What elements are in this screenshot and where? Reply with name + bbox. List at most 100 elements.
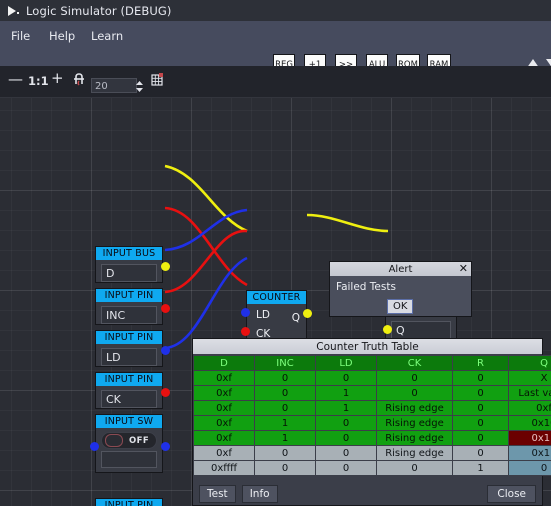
switch-value-field[interactable] [101,451,157,468]
table-cell: 0 [376,370,453,386]
table-cell: Rising edge [376,400,453,416]
table-cell: 0 [315,430,377,446]
table-cell: 0 [254,460,316,476]
zoom-in-button[interactable]: + [51,71,64,86]
table-row: 0xf00Rising edge00x11 [193,445,551,461]
truth-table-window: Counter Truth Table D INC LD CK R Q 0xf 0 0 0 0 X 0x… [192,338,551,506]
table-cell: 0 [376,460,453,476]
close-icon[interactable]: ✕ [459,262,468,276]
test-button[interactable]: Test [199,485,236,503]
node-input-switch[interactable]: INPUT SW OFF [95,414,163,473]
table-cell: 0 [452,415,509,431]
node-value[interactable]: Q [391,321,451,339]
table-cell: 1 [315,385,377,401]
menu-learn[interactable]: Learn [88,28,126,44]
zoom-out-button[interactable]: — [8,72,23,87]
port-counter-ck[interactable] [241,327,250,336]
menubar: File Help Learn counter-test.res REG +1 … [0,21,551,82]
switch-knob-icon [105,434,123,447]
table-header-cell: D [193,355,255,371]
node-value[interactable]: LD [101,348,157,366]
table-cell: 0xf [193,430,255,446]
table-header-cell: INC [254,355,316,371]
play-triangle-icon [6,4,20,18]
table-cell: 0 [254,400,316,416]
alert-dialog: Alert ✕ Failed Tests OK [329,261,472,317]
alert-ok-button[interactable]: OK [387,299,414,314]
table-cell: 0xf [193,370,255,386]
node-input-bus-d[interactable]: INPUT BUS D [95,246,163,283]
port-counter-q[interactable] [303,309,312,318]
port-out-bus-d[interactable] [161,262,170,271]
node-input-pin-ld[interactable]: INPUT PIN LD [95,330,163,367]
node-title: INPUT PIN [96,331,162,344]
table-cell: Rising edge [376,430,453,446]
table-cell: Last value [508,385,551,401]
truth-table-title: Counter Truth Table [193,339,542,354]
node-title: INPUT PIN [96,499,162,506]
table-cell: 0 [254,385,316,401]
fit-to-screen-icon[interactable] [73,72,88,91]
grid-toggle-icon[interactable] [150,72,165,91]
node-title: INPUT BUS [96,247,162,260]
table-cell: X [508,370,551,386]
table-cell: 0 [315,370,377,386]
table-cell: 1 [452,460,509,476]
port-counter-ld[interactable] [241,308,250,317]
zoom-reset-button[interactable]: 1:1 [28,74,49,89]
table-header-cell: LD [315,355,377,371]
counter-pin-ld: LD [256,309,270,321]
port-out-pin-inc[interactable] [161,304,170,313]
table-cell: 0 [315,415,377,431]
node-input-pin-inc[interactable]: INPUT PIN INC [95,288,163,325]
table-header-cell: CK [376,355,453,371]
info-button[interactable]: Info [241,485,278,503]
table-cell: 0xf [193,385,255,401]
menu-help[interactable]: Help [46,28,78,44]
table-cell: 0xf [193,445,255,461]
table-header-cell: R [452,355,509,371]
alert-title: Alert [388,263,413,275]
node-value[interactable]: D [101,264,157,282]
table-row: 0xffff 0 0 0 1 0 [193,460,551,476]
table-cell: 1 [254,430,316,446]
table-header-row: D INC LD CK R Q [193,355,551,371]
table-cell: 1 [254,415,316,431]
spinner-updown-icon[interactable] [135,80,144,93]
close-button[interactable]: Close [487,485,536,503]
node-input-pin-r[interactable]: INPUT PIN R [95,498,163,506]
node-input-pin-ck[interactable]: INPUT PIN CK [95,372,163,409]
table-cell: 0x10 [508,415,551,431]
zoom-level-input[interactable]: 20 [91,78,137,93]
table-cell: 0 [452,445,509,461]
port-out-pin-ld[interactable] [161,346,170,355]
table-row: 0xf 0 0 0 0 X [193,370,551,386]
alert-titlebar: Alert ✕ [330,262,471,276]
node-title: INPUT SW [96,415,162,428]
truth-table: DINCLDCKRQ0xf0000X0xf0100Last value0xf01… [193,355,551,476]
table-cell: 0 [508,460,551,476]
table-cell: 0 [452,400,509,416]
truth-table-footer: Test Info Close [193,483,542,505]
table-cell: 0 [452,370,509,386]
table-cell: Rising edge [376,445,453,461]
port-out-pin-ck[interactable] [161,388,170,397]
table-cell: 0 [376,385,453,401]
port-in-output-bus[interactable] [383,325,392,334]
port-out-switch[interactable] [161,442,170,451]
table-row: 0xf0100Last value [193,385,551,401]
table-cell: 0 [452,385,509,401]
table-cell: 0 [315,445,377,461]
table-row: 0xf10Rising edge00x11 [193,430,551,446]
port-in-switch[interactable] [90,442,99,451]
node-value[interactable]: INC [101,306,157,324]
table-cell: 0xf [193,400,255,416]
table-cell: 0xf [193,415,255,431]
node-title: INPUT PIN [96,289,162,302]
node-value[interactable]: CK [101,390,157,408]
counter-pin-q: Q [291,312,300,324]
canvas-toolbar: — 1:1 + [0,66,551,98]
menu-file[interactable]: File [8,28,33,44]
table-cell: Rising edge [376,415,453,431]
switch-toggle[interactable]: OFF [101,432,157,449]
